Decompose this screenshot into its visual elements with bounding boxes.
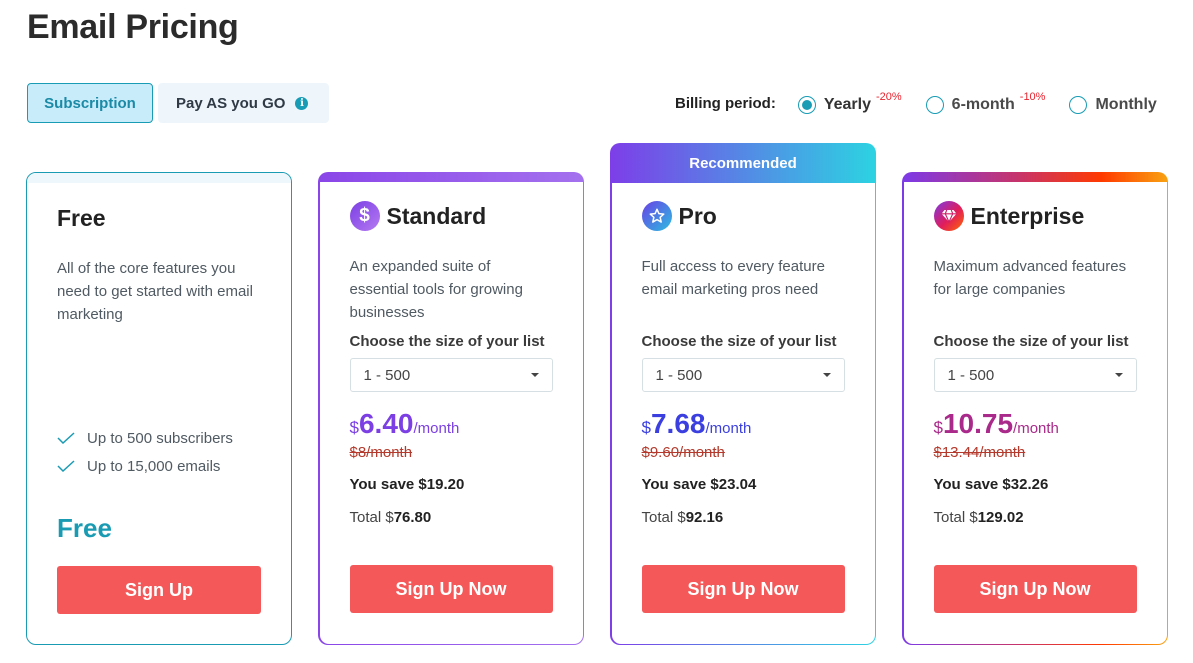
original-price: $8/month [349,444,413,461]
feature-item: Up to 500 subscribers [57,424,261,452]
sign-up-button[interactable]: Sign Up [57,566,261,614]
option-label: 6-month [951,96,1015,113]
tab-label: Subscription [44,94,136,112]
feature-item: Up to 15,000 emails [57,452,261,480]
price-currency: $ [933,418,943,437]
chevron-down-icon [822,373,831,377]
billing-option-6-month[interactable]: 6-month -10% [925,91,1046,114]
plan-name: Standard [386,202,487,229]
plan-name: Enterprise [970,202,1085,229]
tab-pay-as-you-go[interactable]: Pay AS you GO i [158,83,329,123]
total-amount: 76.80 [393,509,432,526]
discount-badge: -20% [875,91,902,103]
total-amount: 129.02 [977,509,1024,526]
plan-description: An expanded suite of essential tools for… [349,258,523,321]
sign-up-now-button[interactable]: Sign Up Now [641,565,845,613]
list-size-select[interactable]: 1 - 500 [349,358,553,392]
plan-card-enterprise: Enterprise Maximum advanced features for… [902,172,1168,645]
plan-card-pro: Recommended Pro Full access to every fea… [610,143,876,645]
pricing-tabs: Subscription Pay AS you GO i [27,83,329,123]
savings: You save $23.04 [641,476,757,493]
plan-name: Free [57,204,106,231]
discount-badge: -10% [1019,91,1046,103]
price-amount: 6.40 [358,408,414,439]
original-price: $13.44/month [933,444,1026,461]
list-size-label: Choose the size of your list [349,333,545,350]
radio-button[interactable] [797,96,816,114]
price-currency: $ [349,418,359,437]
plan-description: All of the core features you need to get… [57,260,253,323]
sign-up-now-button[interactable]: Sign Up Now [933,565,1137,613]
price-period: /month [705,420,752,437]
feature-list: Up to 500 subscribers Up to 15,000 email… [57,424,261,480]
total-label: Total $ [933,509,978,526]
billing-period: Billing period: Yearly -20% 6-month -10%… [675,91,1177,114]
total-label: Total $ [349,509,394,526]
tab-label: Pay AS you GO [176,94,286,112]
price-currency: $ [641,418,651,437]
check-icon [57,432,77,444]
plan-description: Maximum advanced features for large comp… [933,258,1127,298]
feature-text: Up to 15,000 emails [87,457,221,475]
list-size-label: Choose the size of your list [933,333,1129,350]
dollar-icon: $ [349,201,380,231]
total-price: Total $129.02 [934,509,1137,531]
card-top-strip [27,173,291,183]
billing-period-label: Billing period: [675,94,776,112]
list-size-select[interactable]: 1 - 500 [641,358,845,392]
list-size-select[interactable]: 1 - 500 [933,358,1137,392]
savings: You save $19.20 [349,476,465,493]
total-label: Total $ [641,509,686,526]
plan-price: $ 6.40 /month [350,408,553,440]
savings: You save $32.26 [933,476,1049,493]
price-period: /month [413,420,460,437]
feature-text: Up to 500 subscribers [87,429,233,447]
info-icon[interactable]: i [295,96,309,110]
radio-button[interactable] [925,96,944,114]
select-value: 1 - 500 [655,366,703,384]
select-value: 1 - 500 [947,366,995,384]
billing-option-yearly[interactable]: Yearly -20% [797,91,902,114]
plan-price: $ 10.75 /month [934,408,1137,440]
option-label: Monthly [1095,96,1157,113]
price-period: /month [1013,420,1059,437]
diamond-icon [933,201,964,231]
original-price: $9.60/month [641,444,725,461]
list-size-label: Choose the size of your list [641,333,837,350]
radio-button[interactable] [1069,96,1088,114]
plan-description: Full access to every feature email marke… [641,258,825,298]
plan-card-free: Free All of the core features you need t… [26,172,292,645]
chevron-down-icon [530,373,539,377]
recommended-badge: Recommended [689,154,797,172]
total-price: Total $76.80 [350,509,553,531]
plan-name: Pro [678,202,717,229]
total-price: Total $92.16 [642,509,845,531]
page-title: Email Pricing [27,8,239,46]
price-amount: 7.68 [650,408,706,439]
select-value: 1 - 500 [363,366,411,384]
plan-price: Free [57,513,112,543]
total-amount: 92.16 [685,509,724,526]
option-label: Yearly [823,96,871,113]
check-icon [57,460,77,472]
chevron-down-icon [1114,373,1123,377]
price-amount: 10.75 [942,408,1014,439]
tab-subscription[interactable]: Subscription [27,83,153,123]
billing-option-monthly[interactable]: Monthly [1069,92,1157,114]
plan-price: $ 7.68 /month [642,408,845,440]
star-icon [641,201,672,231]
sign-up-now-button[interactable]: Sign Up Now [349,565,553,613]
plan-card-standard: $ Standard An expanded suite of essentia… [318,172,584,645]
